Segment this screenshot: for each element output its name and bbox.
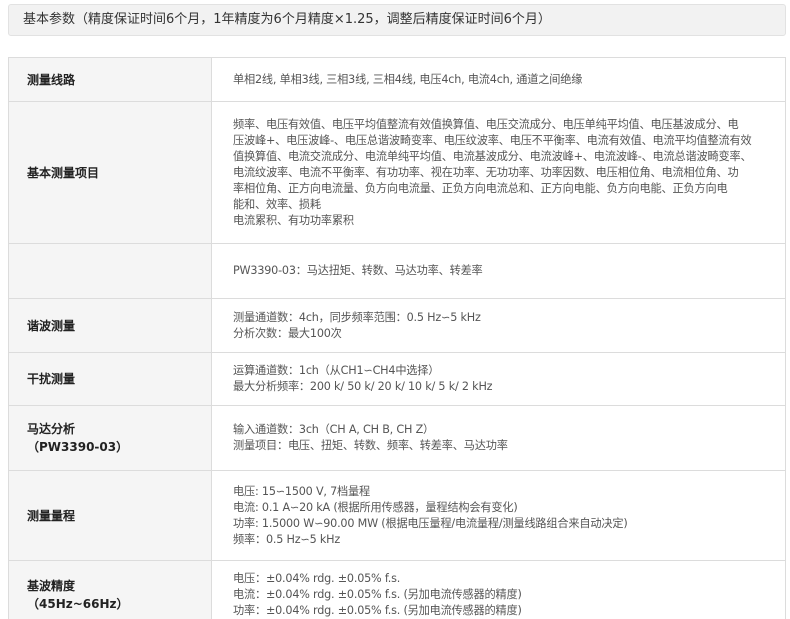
spec-row: 谐波测量 测量通道数：4ch，同步频率范围：0.5 Hz∽5 kHz 分析次数：最大… <box>8 298 786 353</box>
spec-label: 谐波测量 <box>8 298 212 353</box>
spec-value: 运算通道数：1ch（从CH1∽CH4中选择） 最大分析频率：200 k/ 50 k… <box>211 352 786 406</box>
spec-value-line: 电压：±0.04% rdg. ±0.05% f.s. <box>233 571 401 585</box>
spec-value: 测量通道数：4ch，同步频率范围：0.5 Hz∽5 kHz 分析次数：最大100次 <box>211 298 786 353</box>
spec-value-line: 最大分析频率：200 k/ 50 k/ 20 k/ 10 k/ 5 k/ 2 k… <box>233 380 493 393</box>
spec-value-line: 频率：0.5 Hz∽5 kHz <box>233 532 341 546</box>
spec-row: 测量量程 电压: 15∽1500 V, 7档量程电流: 0.1 A∽20 kA (… <box>8 470 786 561</box>
spec-row: 基波精度 （45Hz~66Hz） 电压：±0.04% rdg. ±0.05% f.s… <box>8 560 786 619</box>
spec-value-line: 能和、效率、损耗 <box>233 197 321 211</box>
spec-label-text: 基本测量项目 <box>27 165 100 180</box>
spec-label: 基本测量项目 <box>8 101 212 244</box>
spec-value: 频率、电压有效值、电压平均值整流有效值换算值、电压交流成分、电压单纯平均值、电压… <box>211 101 786 244</box>
spec-value-line: 电流：±0.04% rdg. ±0.05% f.s. (另加电流传感器的精度) <box>233 587 522 601</box>
spec-label-text: 测量线路 <box>27 72 76 87</box>
spec-value-line: 电流纹波率、电流不平衡率、有功功率、视在功率、无功功率、功率因数、电压相位角、电… <box>233 165 739 179</box>
spec-label-text: 测量量程 <box>27 508 76 523</box>
spec-value-line: 运算通道数：1ch（从CH1∽CH4中选择） <box>233 364 440 377</box>
spec-value-line: 测量通道数：4ch，同步频率范围：0.5 Hz∽5 kHz <box>233 310 481 324</box>
spec-label <box>8 243 212 299</box>
spec-value: PW3390-03：马达扭矩、转数、马达功率、转差率 <box>211 243 786 299</box>
spec-value: 单相2线, 单相3线, 三相3线, 三相4线, 电压4ch, 电流4ch, 通道… <box>211 57 786 102</box>
spec-value-line: 功率: 1.5000 W∽90.00 MW (根据电压量程/电流量程/测量线路组… <box>233 516 628 530</box>
spec-row: 马达分析 （PW3390-03） 输入通道数：3ch（CH A, CH B, CH … <box>8 405 786 471</box>
spec-row: 测量线路 单相2线, 单相3线, 三相3线, 三相4线, 电压4ch, 电流4ch… <box>8 57 786 102</box>
spec-value-line: 电流: 0.1 A∽20 kA (根据所用传感器，量程结构会有变化) <box>233 500 518 514</box>
spec-value-line: 单相2线, 单相3线, 三相3线, 三相4线, 电压4ch, 电流4ch, 通道… <box>233 72 583 86</box>
spec-label-text: 谐波测量 <box>27 318 76 333</box>
spec-value-line: 分析次数：最大100次 <box>233 326 342 340</box>
spec-label: 马达分析 （PW3390-03） <box>8 405 212 471</box>
spec-value-line: 输入通道数：3ch（CH A, CH B, CH Z） <box>233 423 435 436</box>
spec-value-line: 电流累积、有功功率累积 <box>233 213 354 227</box>
spec-value-line: 测量项目：电压、扭矩、转数、频率、转差率、马达功率 <box>233 439 508 452</box>
spec-table: 测量线路 单相2线, 单相3线, 三相3线, 三相4线, 电压4ch, 电流4ch… <box>8 57 786 619</box>
spec-label-subtext: （45Hz~66Hz） <box>27 596 129 611</box>
spec-value-line: 频率、电压有效值、电压平均值整流有效值换算值、电压交流成分、电压单纯平均值、电压… <box>233 117 739 131</box>
spec-value-line: PW3390-03：马达扭矩、转数、马达功率、转差率 <box>233 264 483 277</box>
spec-row: PW3390-03：马达扭矩、转数、马达功率、转差率 <box>8 243 786 299</box>
spec-value-line: 电压: 15∽1500 V, 7档量程 <box>233 484 370 498</box>
spec-value: 电压：±0.04% rdg. ±0.05% f.s. 电流：±0.04% rdg.… <box>211 560 786 619</box>
spec-value-line: 功率：±0.04% rdg. ±0.05% f.s. (另加电流传感器的精度) <box>233 603 522 617</box>
spec-label-text: 基波精度 <box>27 578 76 593</box>
spec-label: 基波精度 （45Hz~66Hz） <box>8 560 212 619</box>
spec-label: 干扰测量 <box>8 352 212 406</box>
spec-value: 输入通道数：3ch（CH A, CH B, CH Z） 测量项目：电压、扭矩、转数… <box>211 405 786 471</box>
spec-label-subtext: （PW3390-03） <box>27 440 129 454</box>
spec-row: 基本测量项目 频率、电压有效值、电压平均值整流有效值换算值、电压交流成分、电压单纯… <box>8 101 786 244</box>
spec-row: 干扰测量 运算通道数：1ch（从CH1∽CH4中选择） 最大分析频率：200 k/ … <box>8 352 786 406</box>
spec-label-text: 马达分析 <box>27 422 76 436</box>
section-header: 基本参数（精度保证时间6个月，1年精度为6个月精度×1.25，调整后精度保证时间… <box>8 4 786 36</box>
spec-label: 测量量程 <box>8 470 212 561</box>
spec-value-line: 率相位角、正方向电流量、负方向电流量、正负方向电流总和、正方向电能、负方向电能、… <box>233 181 728 195</box>
spec-value: 电压: 15∽1500 V, 7档量程电流: 0.1 A∽20 kA (根据所用… <box>211 470 786 561</box>
spec-value-line: 值换算值、电流交流成分、电流单纯平均值、电流基波成分、电流波峰+、电流波峰-、电… <box>233 149 752 163</box>
spec-value-line: 压波峰+、电压波峰-、电压总谐波畸变率、电压纹波率、电压不平衡率、电流有效值、电… <box>233 133 752 147</box>
spec-label: 测量线路 <box>8 57 212 102</box>
spec-label-text: 干扰测量 <box>27 372 76 386</box>
